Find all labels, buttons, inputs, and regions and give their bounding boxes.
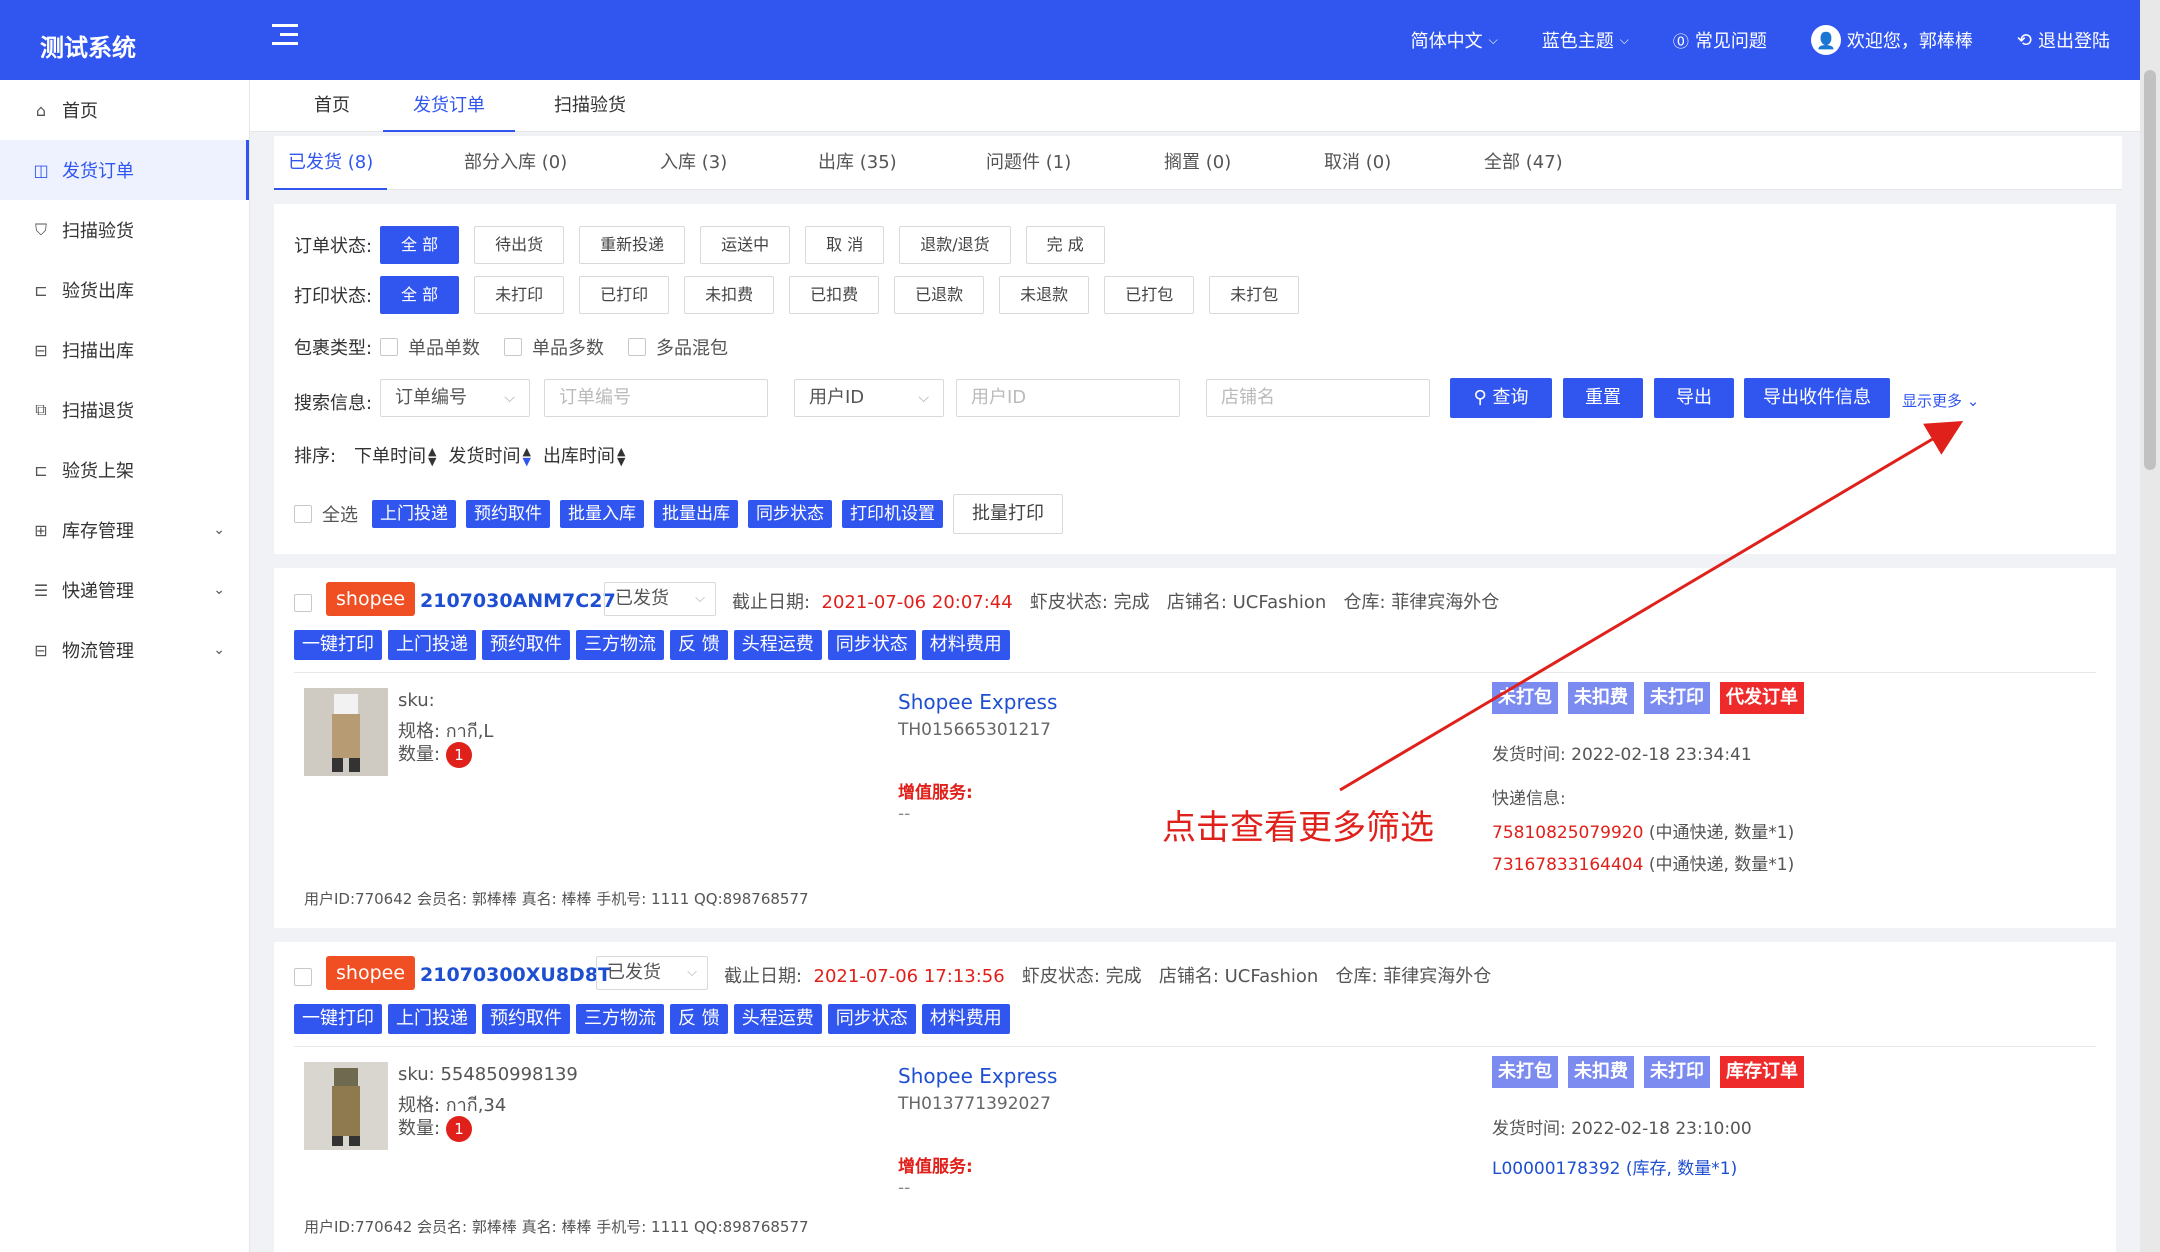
- annotation-arrow: [1339, 420, 1964, 792]
- annotation-text: 点击查看更多筛选: [1162, 808, 1434, 848]
